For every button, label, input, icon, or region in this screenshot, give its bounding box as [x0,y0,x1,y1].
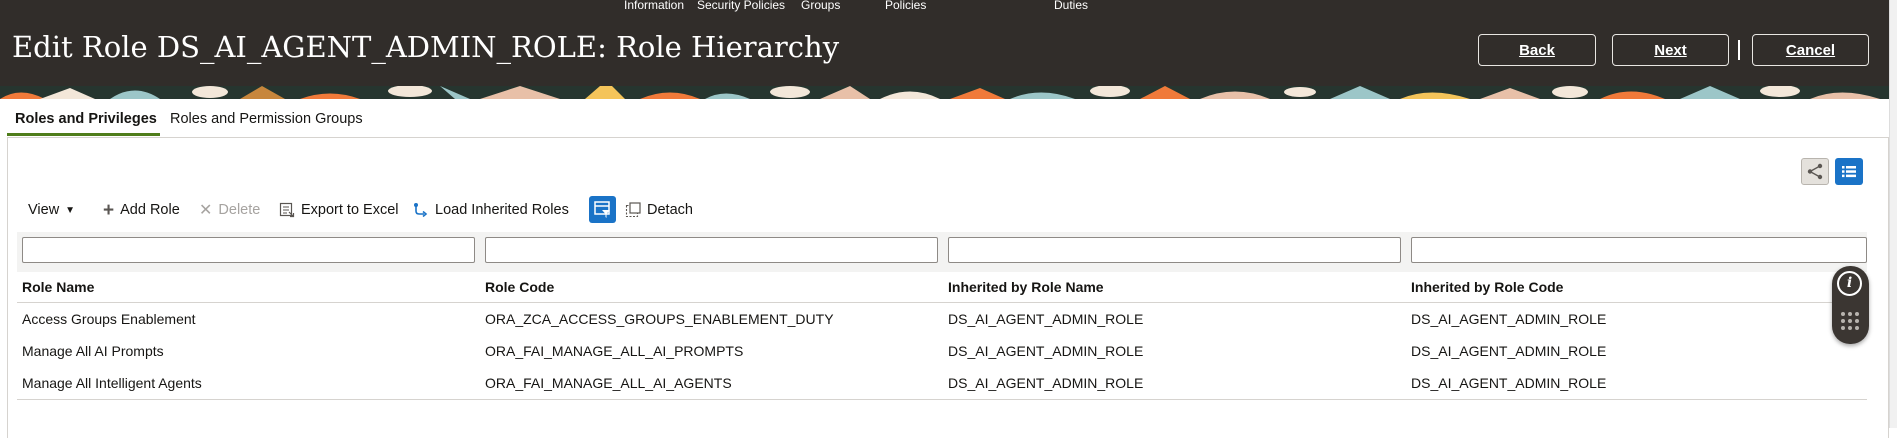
inherited-by-role-name-cell: DS_AI_AGENT_ADMIN_ROLE [948,375,1144,391]
inherited-by-role-name-cell: DS_AI_AGENT_ADMIN_ROLE [948,311,1144,327]
back-button[interactable]: Back [1478,34,1596,66]
export-to-excel-button[interactable]: Export to Excel [279,202,399,218]
caret-down-icon: ▼ [65,204,76,216]
banner-pattern [0,86,1897,99]
train-stop-groups[interactable]: Groups [801,0,840,12]
list-view-button[interactable] [1835,158,1863,185]
column-header-role-name[interactable]: Role Name [22,279,94,295]
view-menu[interactable]: View ▼ [28,202,75,218]
decorative-banner [0,86,1897,99]
load-inherited-roles-label: Load Inherited Roles [435,202,569,218]
list-view-icon [1842,166,1856,178]
load-inherited-icon [414,203,428,218]
cancel-button[interactable]: Cancel [1752,34,1869,66]
floating-help-widget: i [1832,266,1869,344]
tab-roles-and-permission-groups[interactable]: Roles and Permission Groups [170,111,363,127]
table-row[interactable]: Manage All AI Prompts ORA_FAI_MANAGE_ALL… [17,335,1867,367]
role-name-cell: Manage All Intelligent Agents [22,375,202,391]
table-toolbar: View ▼ + Add Role ✕ Delete Export to Exc… [0,196,1890,226]
train-stops: Information Security Policies Groups Pol… [0,0,1300,12]
query-by-example-button[interactable] [589,196,616,223]
delete-x-icon: ✕ [199,201,213,219]
train-stop-policies[interactable]: Policies [885,0,926,12]
role-code-cell: ORA_FAI_MANAGE_ALL_AI_PROMPTS [485,343,744,359]
delete-button[interactable]: ✕ Delete [199,202,260,218]
table-bottom-divider [17,399,1867,400]
hierarchy-view-button[interactable] [1801,158,1829,185]
plus-icon: + [103,199,115,221]
page-title: Edit Role DS_AI_AGENT_ADMIN_ROLE: Role H… [12,30,840,64]
train-stop-duties[interactable]: Duties [1054,0,1088,12]
export-to-excel-label: Export to Excel [301,202,399,218]
drag-handle-icon[interactable] [1841,312,1861,332]
add-role-label: Add Role [120,202,180,218]
load-inherited-roles-button[interactable]: Load Inherited Roles [413,202,569,218]
detach-label: Detach [647,202,693,218]
next-button[interactable]: Next [1612,34,1729,66]
inherited-by-role-name-filter[interactable] [948,237,1401,263]
table-row[interactable]: Manage All Intelligent Agents ORA_FAI_MA… [17,367,1867,399]
role-name-filter[interactable] [22,237,475,263]
role-code-cell: ORA_FAI_MANAGE_ALL_AI_AGENTS [485,375,732,391]
role-code-filter[interactable] [485,237,938,263]
train-stop-information[interactable]: Information [624,0,684,12]
active-tab-indicator [7,133,160,136]
hierarchy-view-icon [1807,163,1823,180]
header-separator [1738,40,1740,60]
tab-roles-and-privileges[interactable]: Roles and Privileges [15,111,157,127]
add-role-button[interactable]: + Add Role [103,199,180,221]
tab-bar: Roles and Privileges Roles and Permissio… [0,99,1890,137]
delete-label: Delete [218,202,261,218]
info-icon[interactable]: i [1837,271,1862,296]
detach-icon [625,202,641,218]
role-name-cell: Manage All AI Prompts [22,343,164,359]
filter-row [17,232,1867,272]
role-code-cell: ORA_ZCA_ACCESS_GROUPS_ENABLEMENT_DUTY [485,311,834,327]
query-by-example-icon [594,201,610,218]
train-stop-security-policies[interactable]: Security Policies [697,0,785,12]
page-header: Information Security Policies Groups Pol… [0,0,1897,86]
export-excel-icon [279,202,295,218]
inherited-by-role-code-cell: DS_AI_AGENT_ADMIN_ROLE [1411,375,1607,391]
column-header-role-code[interactable]: Role Code [485,279,554,295]
table-row[interactable]: Access Groups Enablement ORA_ZCA_ACCESS_… [17,303,1867,335]
column-header-inherited-by-role-code[interactable]: Inherited by Role Code [1411,279,1563,295]
inherited-by-role-code-cell: DS_AI_AGENT_ADMIN_ROLE [1411,311,1607,327]
inherited-by-role-name-cell: DS_AI_AGENT_ADMIN_ROLE [948,343,1144,359]
page-scrollbar[interactable] [1889,0,1897,428]
column-header-inherited-by-role-name[interactable]: Inherited by Role Name [948,279,1104,295]
detach-button[interactable]: Detach [625,202,693,218]
view-menu-label: View [28,202,60,218]
inherited-by-role-code-filter[interactable] [1411,237,1867,263]
role-name-cell: Access Groups Enablement [22,311,196,327]
inherited-by-role-code-cell: DS_AI_AGENT_ADMIN_ROLE [1411,343,1607,359]
